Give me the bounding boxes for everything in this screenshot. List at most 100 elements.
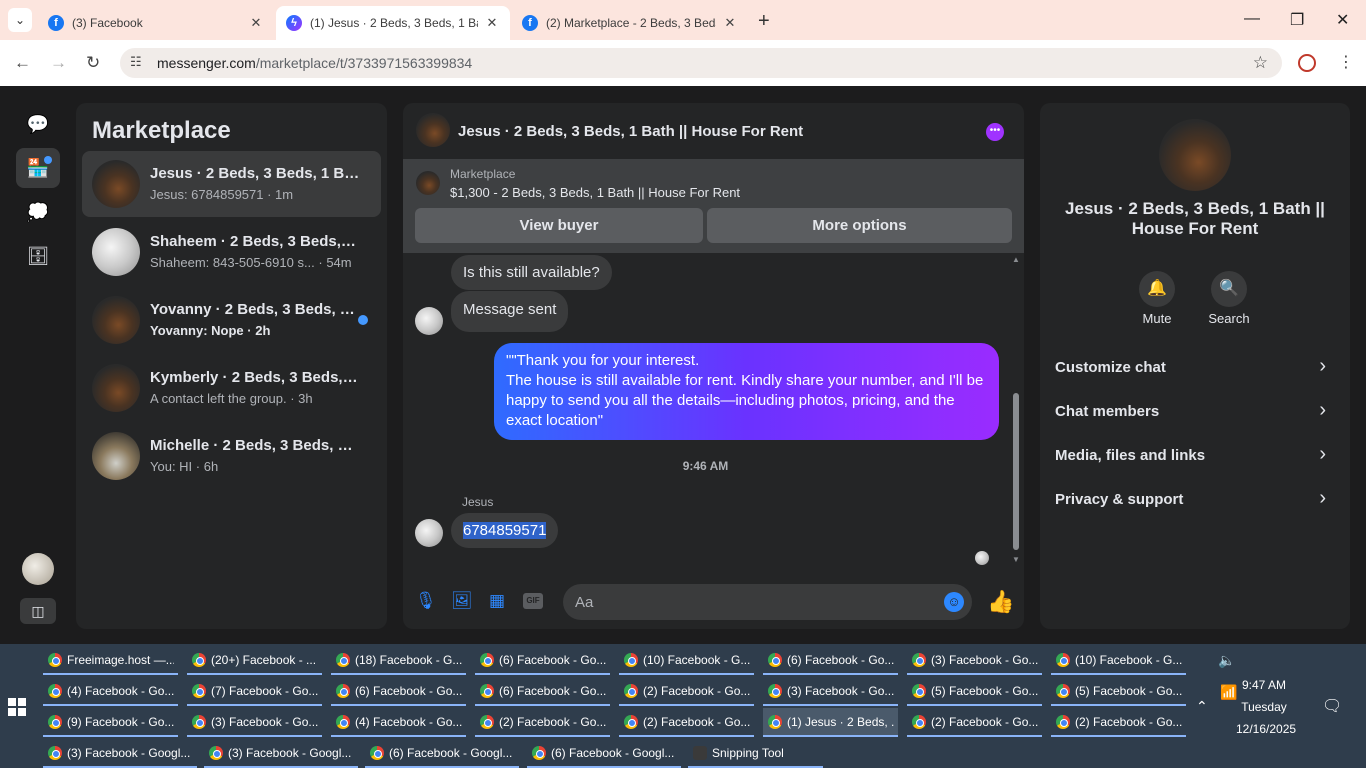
notifications-icon[interactable]: 🗨 [1322, 696, 1342, 716]
close-icon[interactable]: ✕ [722, 15, 738, 31]
windows-start-icon[interactable] [8, 698, 26, 716]
view-buyer-button[interactable]: View buyer [415, 208, 703, 243]
taskbar-item[interactable]: (10) Facebook - G... [619, 646, 754, 675]
sticker-icon[interactable]: ▦ [487, 591, 507, 611]
clock-time[interactable]: 9:47 AM [1236, 678, 1292, 692]
tab-facebook[interactable]: f (3) Facebook ✕ [38, 6, 274, 40]
reload-icon[interactable]: ↻ [86, 53, 100, 73]
privacy-support-row[interactable]: Privacy & support › [1055, 485, 1340, 513]
conversation-item[interactable]: Shaheem · 2 Beds, 3 Beds, 1 Bath || Hous… [82, 219, 381, 285]
taskbar-item[interactable]: (6) Facebook - Go... [475, 677, 610, 706]
chats-icon[interactable]: 💬 [16, 104, 60, 144]
menu-kebab-icon[interactable]: ⋮ [1338, 52, 1354, 72]
message-input[interactable]: Aa ☺ [563, 584, 972, 620]
forward-icon[interactable]: → [50, 53, 67, 73]
taskbar-item[interactable]: (4) Facebook - Go... [331, 708, 466, 737]
taskbar-item[interactable]: (4) Facebook - Go... [43, 677, 178, 706]
conversation-info-pane: Jesus · 2 Beds, 3 Beds, 1 Bath || House … [1040, 103, 1350, 629]
taskbar-item[interactable]: (18) Facebook - G... [331, 646, 466, 675]
gif-icon[interactable]: GIF [523, 593, 543, 609]
close-icon[interactable]: ✕ [248, 15, 264, 31]
chevron-up-icon[interactable]: ⌃ [1196, 698, 1208, 715]
notification-dot [44, 156, 52, 164]
listing-title[interactable]: $1,300 - 2 Beds, 3 Beds, 1 Bath || House… [450, 185, 740, 200]
taskbar-item[interactable]: (6) Facebook - Googl... [527, 739, 681, 768]
like-icon[interactable]: 👍 [987, 589, 1014, 615]
taskbar-item[interactable]: (2) Facebook - Go... [475, 708, 610, 737]
emoji-icon[interactable]: ☺ [944, 592, 964, 612]
tab-marketplace[interactable]: f (2) Marketplace - 2 Beds, 3 Beds ✕ [512, 6, 748, 40]
close-window-icon[interactable]: ✕ [1336, 10, 1349, 30]
taskbar-item[interactable]: Snipping Tool [688, 739, 823, 768]
taskbar-item[interactable]: (6) Facebook - Googl... [365, 739, 519, 768]
taskbar-item[interactable]: (3) Facebook - Go... [763, 677, 898, 706]
search-button[interactable]: 🔍 Search [1194, 271, 1264, 326]
conversation-item[interactable]: Kymberly · 2 Beds, 3 Beds, 1 Bath || Hou… [82, 355, 381, 421]
taskbar-item[interactable]: Freeimage.host —... [43, 646, 178, 675]
avatar[interactable] [416, 113, 450, 147]
taskbar-item[interactable]: (3) Facebook - Go... [187, 708, 322, 737]
taskbar-item[interactable]: (5) Facebook - Go... [1051, 677, 1186, 706]
restore-icon[interactable]: ❐ [1290, 10, 1304, 30]
clock-date[interactable]: 12/16/2025 [1236, 722, 1296, 736]
clock-day[interactable]: Tuesday [1236, 700, 1292, 714]
taskbar-item[interactable]: (6) Facebook - Go... [475, 646, 610, 675]
taskbar-item[interactable]: (2) Facebook - Go... [907, 708, 1042, 737]
taskbar-item[interactable]: (20+) Facebook - ... [187, 646, 322, 675]
user-avatar[interactable] [22, 553, 54, 585]
conversation-item[interactable]: Yovanny · 2 Beds, 3 Beds, 1 Bath || Hous… [82, 287, 381, 353]
sidebar-toggle-icon[interactable]: ◫ [20, 598, 56, 624]
requests-icon[interactable]: 💭 [16, 192, 60, 232]
avatar [92, 228, 140, 276]
scrollbar[interactable]: ▲ ▼ [1012, 253, 1020, 573]
back-icon[interactable]: ← [14, 53, 31, 73]
media-files-links-row[interactable]: Media, files and links › [1055, 441, 1340, 469]
scroll-down-icon[interactable]: ▼ [1012, 555, 1020, 564]
close-icon[interactable]: ✕ [484, 15, 500, 31]
taskbar-item[interactable]: (6) Facebook - Go... [331, 677, 466, 706]
message-bubble: Is this still available? [451, 255, 612, 290]
taskbar-item-label: (3) Facebook - Googl... [228, 746, 352, 760]
marketplace-icon[interactable]: 🏪 [16, 148, 60, 188]
network-icon[interactable]: 📶 [1220, 684, 1237, 701]
taskbar-item[interactable]: (7) Facebook - Go... [187, 677, 322, 706]
taskbar-item[interactable]: (9) Facebook - Go... [43, 708, 178, 737]
scroll-thumb[interactable] [1013, 393, 1019, 550]
tab-messenger[interactable]: ϟ (1) Jesus · 2 Beds, 3 Beds, 1 Bath ✕ [276, 6, 510, 40]
taskbar-item[interactable]: (1) Jesus · 2 Beds, ... [763, 708, 898, 737]
tab-search-icon[interactable]: ⌄ [8, 8, 32, 32]
taskbar-item-label: (6) Facebook - Go... [499, 684, 606, 698]
taskbar-item-label: (5) Facebook - Go... [1075, 684, 1182, 698]
scroll-up-icon[interactable]: ▲ [1012, 255, 1020, 264]
taskbar-item-label: (3) Facebook - Go... [787, 684, 894, 698]
conversation-item[interactable]: Jesus · 2 Beds, 3 Beds, 1 Bath || House … [82, 151, 381, 217]
taskbar-item[interactable]: (2) Facebook - Go... [1051, 708, 1186, 737]
customize-chat-row[interactable]: Customize chat › [1055, 353, 1340, 381]
mute-button[interactable]: 🔔 Mute [1122, 271, 1192, 326]
more-options-button[interactable]: More options [707, 208, 1012, 243]
url-input[interactable]: ☷ messenger.com/marketplace/t/3733971563… [120, 48, 1282, 78]
minimize-icon[interactable]: — [1244, 10, 1260, 28]
archive-icon[interactable]: 🗄 [16, 236, 60, 276]
taskbar-item[interactable]: (3) Facebook - Googl... [43, 739, 197, 768]
more-icon[interactable]: ••• [986, 123, 1004, 141]
taskbar-item[interactable]: (5) Facebook - Go... [907, 677, 1042, 706]
sender-name: Jesus [462, 495, 494, 509]
taskbar-item[interactable]: (2) Facebook - Go... [619, 708, 754, 737]
conversation-item[interactable]: Michelle · 2 Beds, 3 Beds, 1 Bath || Hou… [82, 423, 381, 489]
image-icon[interactable]: 🖼 [451, 591, 473, 611]
taskbar-item[interactable]: (3) Facebook - Go... [907, 646, 1042, 675]
message-list: Is this still available? Message sent ""… [403, 253, 1024, 573]
chat-title[interactable]: Jesus · 2 Beds, 3 Beds, 1 Bath || House … [458, 123, 803, 140]
chat-members-row[interactable]: Chat members › [1055, 397, 1340, 425]
volume-icon[interactable]: 🔈 [1218, 652, 1235, 669]
site-info-icon[interactable]: ☷ [130, 54, 142, 70]
taskbar-item[interactable]: (2) Facebook - Go... [619, 677, 754, 706]
bookmark-star-icon[interactable]: ☆ [1253, 53, 1268, 73]
new-tab-icon[interactable]: + [758, 10, 770, 33]
taskbar-item[interactable]: (6) Facebook - Go... [763, 646, 898, 675]
taskbar-item[interactable]: (3) Facebook - Googl... [204, 739, 358, 768]
profile-icon[interactable] [1298, 54, 1316, 72]
taskbar-item[interactable]: (10) Facebook - G... [1051, 646, 1186, 675]
microphone-icon[interactable]: 🎙 [415, 591, 437, 611]
